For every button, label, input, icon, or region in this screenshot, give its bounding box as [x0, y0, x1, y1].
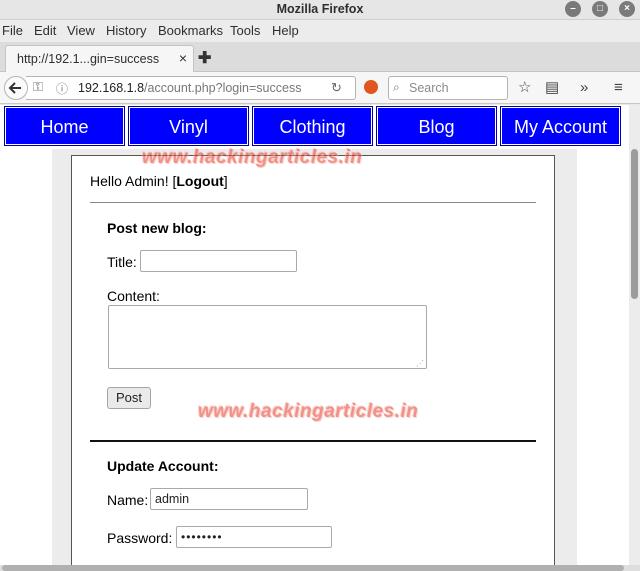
- name-label: Name:: [107, 492, 149, 508]
- url-bar[interactable]: ⚿ ⓘ 192.168.1.8/account.php?login=succes…: [26, 76, 356, 100]
- nav-vinyl[interactable]: Vinyl: [128, 106, 249, 146]
- menu-view[interactable]: View: [67, 23, 95, 39]
- menu-bookmarks[interactable]: Bookmarks: [158, 23, 223, 39]
- key-icon[interactable]: ⚿: [33, 79, 43, 95]
- horizontal-scrollbar[interactable]: [0, 565, 640, 571]
- menu-file[interactable]: File: [2, 23, 23, 39]
- back-button[interactable]: [4, 76, 28, 100]
- navigation-toolbar: ⚿ ⓘ 192.168.1.8/account.php?login=succes…: [0, 72, 640, 104]
- menu-help[interactable]: Help: [272, 23, 299, 39]
- watermark-middle: www.hackingarticles.in: [198, 401, 419, 422]
- nav-clothing[interactable]: Clothing: [252, 106, 373, 146]
- nav-home[interactable]: Home: [4, 106, 125, 146]
- update-account-heading: Update Account:: [107, 458, 219, 474]
- hamburger-menu-icon[interactable]: ≡: [614, 79, 623, 97]
- menu-history[interactable]: History: [106, 23, 146, 39]
- menu-tools[interactable]: Tools: [230, 23, 260, 39]
- reader-list-icon[interactable]: ▤: [545, 79, 559, 97]
- window-titlebar: Mozilla Firefox – □ ×: [0, 0, 640, 20]
- site-nav: Home Vinyl Clothing Blog My Account: [4, 106, 629, 146]
- page-viewport: Home Vinyl Clothing Blog My Account Hell…: [0, 105, 629, 565]
- title-label: Title:: [107, 254, 137, 270]
- account-panel: Hello Admin! [Logout] Post new blog: Tit…: [71, 155, 555, 565]
- title-input[interactable]: [140, 250, 297, 272]
- noscript-icon[interactable]: [364, 80, 378, 94]
- tab-strip: http://192.1...gin=success × ✚: [0, 42, 640, 72]
- content-textarea[interactable]: ⋰: [108, 305, 427, 369]
- minimize-icon: –: [570, 3, 576, 14]
- close-window-button[interactable]: ×: [619, 1, 635, 17]
- name-input[interactable]: [150, 488, 308, 510]
- logout-link[interactable]: Logout: [176, 173, 223, 189]
- menu-edit[interactable]: Edit: [34, 23, 56, 39]
- watermark-top: www.hackingarticles.in: [142, 147, 363, 168]
- overflow-chevron-icon[interactable]: »: [580, 79, 588, 97]
- content-label: Content:: [107, 288, 160, 304]
- nav-blog[interactable]: Blog: [376, 106, 497, 146]
- greeting: Hello Admin! [Logout]: [90, 173, 228, 189]
- new-tab-icon[interactable]: ✚: [198, 48, 211, 68]
- divider: [90, 202, 536, 203]
- tab-title: http://192.1...gin=success: [17, 52, 160, 66]
- nav-my-account[interactable]: My Account: [500, 106, 621, 146]
- info-icon[interactable]: ⓘ: [56, 80, 68, 97]
- post-button[interactable]: Post: [107, 387, 151, 409]
- close-icon: ×: [624, 3, 630, 14]
- menu-bar: File Edit View History Bookmarks Tools H…: [0, 20, 640, 42]
- section-divider: [90, 440, 536, 442]
- browser-tab[interactable]: http://192.1...gin=success ×: [5, 45, 194, 72]
- password-input[interactable]: ••••••••: [176, 526, 332, 548]
- minimize-button[interactable]: –: [565, 1, 581, 17]
- url-text: 192.168.1.8/account.php?login=success: [78, 81, 301, 95]
- password-label: Password:: [107, 530, 173, 546]
- url-host: 192.168.1.8: [78, 81, 145, 95]
- vertical-scrollbar[interactable]: [629, 105, 640, 565]
- post-blog-heading: Post new blog:: [107, 220, 207, 236]
- greeting-prefix: Hello Admin! [: [90, 173, 177, 189]
- bookmark-star-icon[interactable]: ☆: [518, 79, 531, 97]
- vertical-scroll-thumb[interactable]: [631, 149, 638, 299]
- reload-icon[interactable]: ↻: [331, 80, 342, 96]
- back-arrow-icon: [8, 82, 21, 94]
- greeting-suffix: ]: [223, 173, 228, 189]
- resize-grip-icon[interactable]: ⋰: [416, 359, 424, 368]
- maximize-icon: □: [596, 3, 604, 14]
- maximize-button[interactable]: □: [592, 1, 608, 17]
- window-title: Mozilla Firefox: [276, 2, 364, 16]
- search-icon: ⌕: [393, 80, 400, 94]
- url-path: /account.php?login=success: [144, 81, 302, 95]
- horizontal-scroll-thumb[interactable]: [2, 565, 624, 571]
- search-placeholder: Search: [409, 81, 449, 95]
- close-tab-icon[interactable]: ×: [179, 50, 187, 66]
- search-box[interactable]: ⌕ Search: [388, 76, 508, 100]
